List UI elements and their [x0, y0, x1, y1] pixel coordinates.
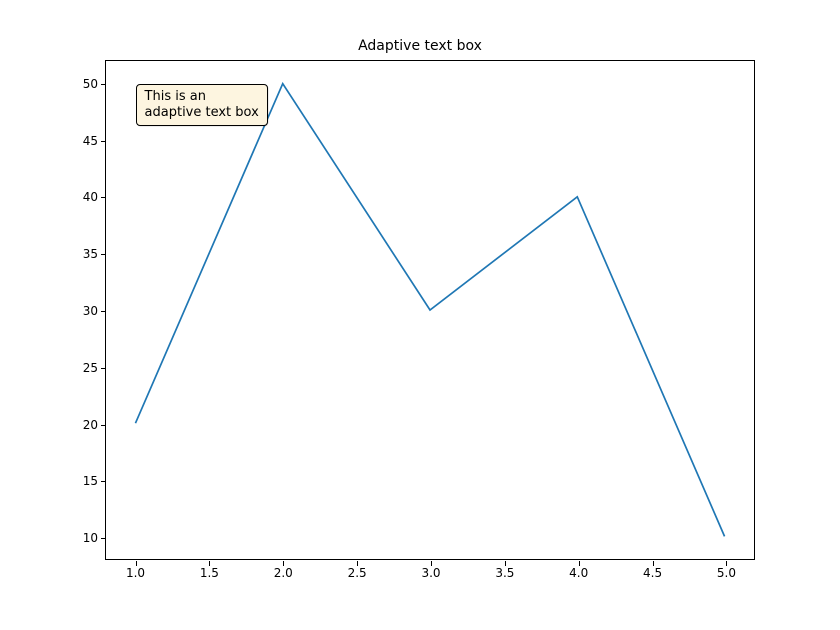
x-tick-label: 2.5	[348, 566, 367, 580]
y-tickmark	[101, 254, 106, 255]
y-tick-label: 50	[68, 77, 98, 91]
y-tick-label: 40	[68, 190, 98, 204]
y-tick-label: 30	[68, 304, 98, 318]
x-tick-label: 1.5	[200, 566, 219, 580]
y-tickmark	[101, 425, 106, 426]
x-tick-label: 3.0	[421, 566, 440, 580]
x-tick-label: 3.5	[495, 566, 514, 580]
x-tick-label: 4.0	[569, 566, 588, 580]
x-tick-label: 5.0	[717, 566, 736, 580]
chart-container: Adaptive text box 1.01.52.02.53.03.54.04…	[0, 0, 840, 630]
line-plot	[106, 61, 754, 559]
y-tick-label: 15	[68, 474, 98, 488]
y-tick-label: 35	[68, 247, 98, 261]
x-tick-label: 4.5	[643, 566, 662, 580]
y-tickmark	[101, 197, 106, 198]
y-tickmark	[101, 84, 106, 85]
y-tickmark	[101, 538, 106, 539]
y-tick-label: 10	[68, 531, 98, 545]
y-tick-label: 25	[68, 361, 98, 375]
y-tick-label: 45	[68, 134, 98, 148]
y-tickmark	[101, 141, 106, 142]
y-tick-label: 20	[68, 418, 98, 432]
y-tickmark	[101, 481, 106, 482]
plot-area: 1.01.52.02.53.03.54.04.55.0 101520253035…	[105, 60, 755, 560]
chart-title: Adaptive text box	[0, 38, 840, 54]
y-tickmark	[101, 368, 106, 369]
x-tick-label: 2.0	[274, 566, 293, 580]
x-tick-label: 1.0	[126, 566, 145, 580]
y-tickmark	[101, 311, 106, 312]
annotation-text-box: This is anadaptive text box	[136, 84, 268, 127]
